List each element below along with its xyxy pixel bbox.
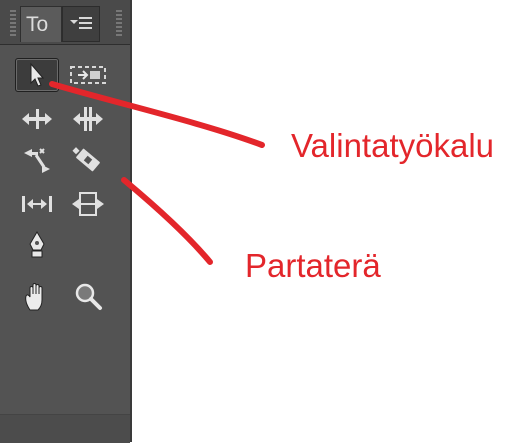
selection-pointer-line <box>49 81 265 148</box>
razor-tool-callout: Partaterä <box>245 247 381 284</box>
selection-tool-callout: Valintatyökalu <box>291 127 495 164</box>
annotation-lines <box>49 81 265 265</box>
razor-pointer-line <box>121 177 213 265</box>
